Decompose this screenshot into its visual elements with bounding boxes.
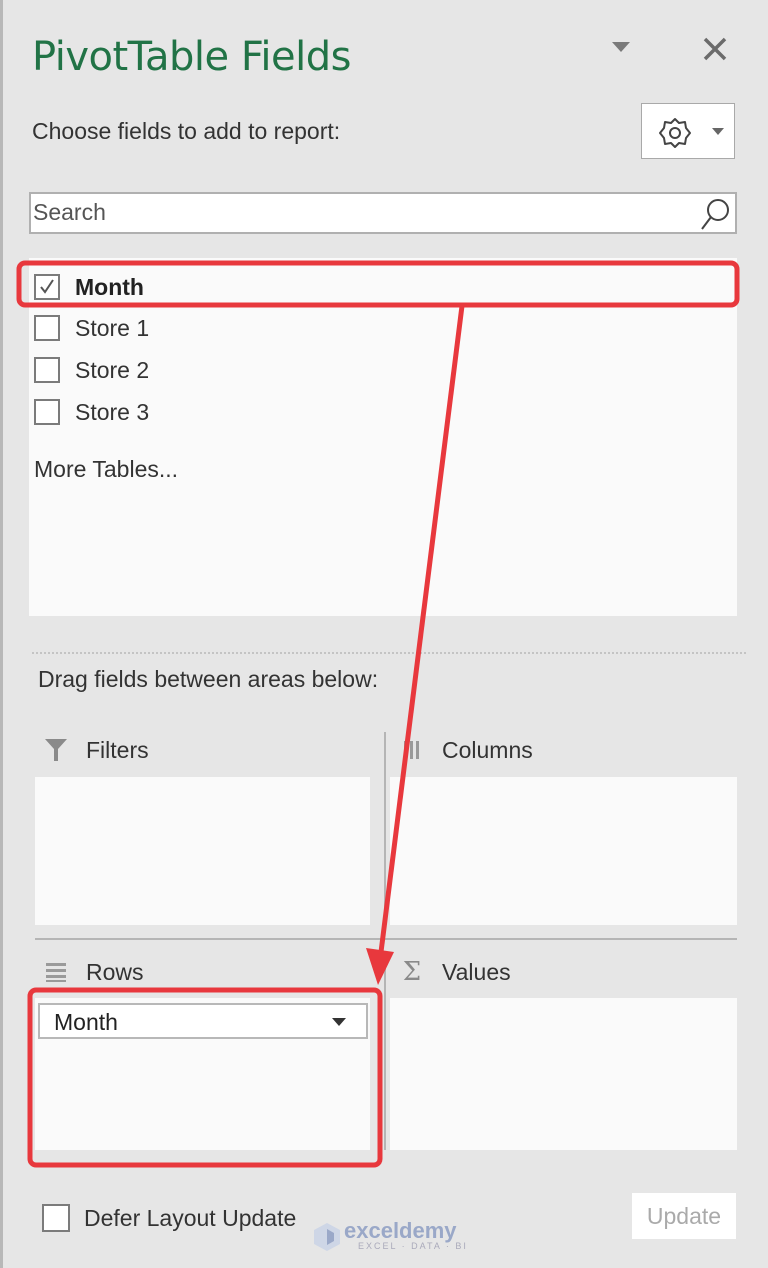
area-divider-horizontal	[35, 938, 737, 940]
defer-checkbox[interactable]	[42, 1204, 70, 1232]
field-label: Month	[75, 273, 144, 300]
filters-drop-area[interactable]	[35, 777, 370, 925]
more-tables-link[interactable]: More Tables...	[34, 456, 178, 483]
defer-layout-update-checkbox[interactable]: Defer Layout Update	[42, 1204, 296, 1232]
tools-button[interactable]	[641, 103, 735, 159]
field-label: Store 3	[75, 398, 150, 425]
defer-layout-update-label: Defer Layout Update	[84, 1204, 297, 1231]
filter-icon	[42, 736, 70, 764]
columns-drop-area[interactable]	[390, 777, 737, 925]
field-item-store-2[interactable]: Store 2	[34, 352, 149, 388]
watermark-tagline: EXCEL · DATA · BI	[358, 1241, 468, 1251]
search-icon[interactable]	[697, 196, 733, 232]
close-icon[interactable]	[700, 34, 730, 64]
area-divider-vertical	[384, 955, 386, 1150]
field-item-store-3[interactable]: Store 3	[34, 394, 149, 430]
search-box[interactable]	[29, 192, 737, 234]
field-item-month[interactable]: Month	[34, 269, 144, 305]
values-drop-area[interactable]	[390, 998, 737, 1150]
values-header: Σ Values	[398, 957, 511, 987]
panel-left-border	[0, 0, 3, 1268]
field-label: Store 2	[75, 356, 150, 383]
annotation-arrow-head	[366, 948, 394, 985]
gear-icon	[659, 118, 691, 148]
area-divider-vertical	[384, 732, 386, 925]
exceldemy-logo-icon	[314, 1223, 340, 1251]
task-pane-options-dropdown-icon[interactable]	[612, 42, 630, 52]
columns-header: Columns	[398, 736, 533, 764]
rows-field-label: Month	[54, 1009, 118, 1035]
field-checkbox[interactable]	[34, 315, 60, 341]
rows-label: Rows	[86, 958, 144, 985]
search-input[interactable]	[33, 196, 683, 228]
filters-label: Filters	[86, 736, 149, 763]
values-label: Values	[442, 958, 511, 985]
section-divider	[32, 652, 746, 654]
checkmark-icon	[40, 279, 54, 294]
rows-field-month[interactable]: Month	[38, 1003, 368, 1039]
field-checkbox[interactable]	[34, 274, 60, 300]
choose-fields-label: Choose fields to add to report:	[32, 118, 341, 144]
chevron-down-icon[interactable]	[332, 1018, 346, 1026]
chevron-down-icon	[712, 128, 724, 135]
field-item-store-1[interactable]: Store 1	[34, 310, 149, 346]
panel-title: PivotTable Fields	[32, 34, 352, 80]
field-checkbox[interactable]	[34, 357, 60, 383]
field-label: Store 1	[75, 314, 150, 341]
sigma-icon: Σ	[402, 957, 422, 987]
columns-icon	[398, 736, 426, 764]
rows-header: Rows	[42, 958, 144, 986]
field-list: Month Store 1 Store 2 Store 3 More Table…	[29, 258, 737, 616]
rows-icon	[42, 958, 70, 986]
filters-header: Filters	[42, 736, 149, 764]
drag-fields-label: Drag fields between areas below:	[38, 666, 379, 692]
update-button[interactable]: Update	[632, 1193, 736, 1239]
columns-label: Columns	[442, 736, 533, 763]
field-checkbox[interactable]	[34, 399, 60, 425]
